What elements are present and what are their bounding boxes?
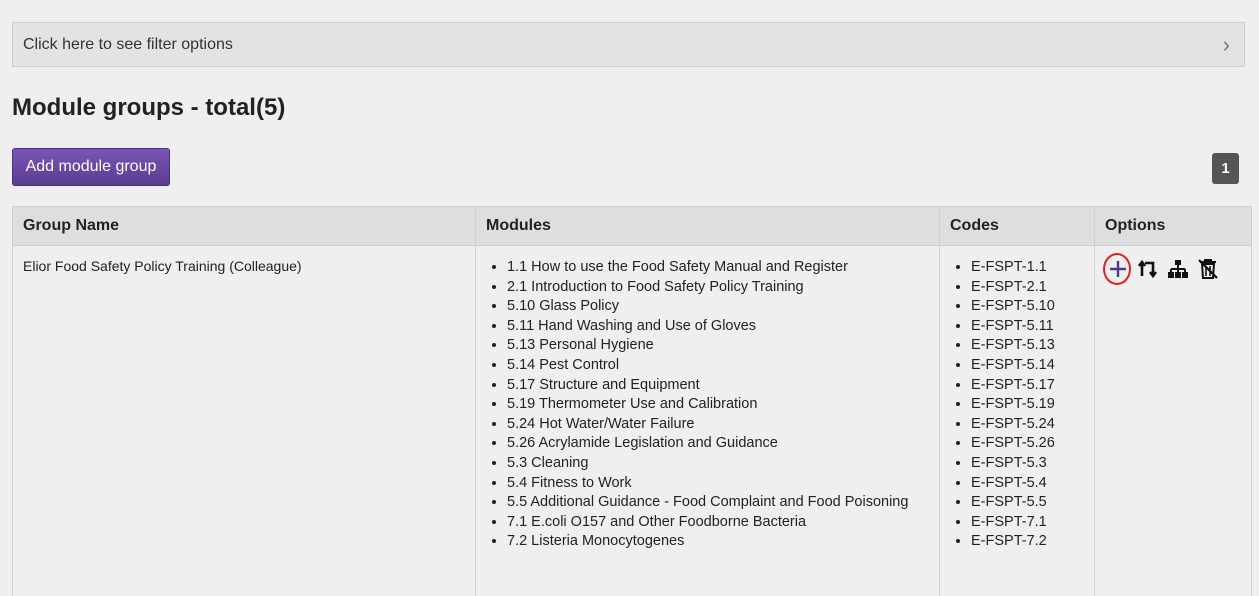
column-header-options: Options [1095, 207, 1252, 246]
chevron-right-icon: › [1223, 34, 1230, 56]
options-cell [1095, 246, 1252, 596]
module-item: 5.4 Fitness to Work [507, 474, 929, 494]
code-item: E-FSPT-5.19 [971, 395, 1084, 415]
highlight-circle [1103, 253, 1131, 285]
table-row: Elior Food Safety Policy Training (Colle… [13, 246, 1252, 596]
module-item: 7.2 Listeria Monocytogenes [507, 532, 929, 552]
module-item: 1.1 How to use the Food Safety Manual an… [507, 258, 929, 278]
plus-icon[interactable] [1105, 256, 1131, 282]
module-item: 5.14 Pest Control [507, 356, 929, 376]
module-item: 2.1 Introduction to Food Safety Policy T… [507, 278, 929, 298]
module-item: 5.24 Hot Water/Water Failure [507, 415, 929, 435]
code-item: E-FSPT-5.17 [971, 376, 1084, 396]
codes-cell: E-FSPT-1.1 E-FSPT-2.1 E-FSPT-5.10 E-FSPT… [940, 246, 1095, 596]
code-item: E-FSPT-5.26 [971, 434, 1084, 454]
pagination-page-1[interactable]: 1 [1212, 153, 1239, 184]
filter-options-toggle[interactable]: Click here to see filter options › [12, 22, 1245, 67]
code-item: E-FSPT-5.3 [971, 454, 1084, 474]
code-item: E-FSPT-5.4 [971, 474, 1084, 494]
filter-options-label: Click here to see filter options [23, 36, 233, 54]
hierarchy-icon[interactable] [1165, 256, 1191, 282]
code-item: E-FSPT-2.1 [971, 278, 1084, 298]
module-item: 5.5 Additional Guidance - Food Complaint… [507, 493, 929, 513]
module-item: 5.11 Hand Washing and Use of Gloves [507, 317, 929, 337]
column-header-codes[interactable]: Codes [940, 207, 1095, 246]
modules-cell: 1.1 How to use the Food Safety Manual an… [476, 246, 940, 596]
module-item: 5.17 Structure and Equipment [507, 376, 929, 396]
row-options [1105, 256, 1241, 282]
module-groups-table: Group Name Modules Codes Options Elior F… [12, 206, 1252, 596]
group-name-cell: Elior Food Safety Policy Training (Colle… [13, 246, 476, 596]
code-item: E-FSPT-5.11 [971, 317, 1084, 337]
module-item: 5.10 Glass Policy [507, 297, 929, 317]
code-item: E-FSPT-5.14 [971, 356, 1084, 376]
add-module-group-button[interactable]: Add module group [12, 148, 170, 186]
module-item: 5.3 Cleaning [507, 454, 929, 474]
code-item: E-FSPT-5.5 [971, 493, 1084, 513]
codes-list: E-FSPT-1.1 E-FSPT-2.1 E-FSPT-5.10 E-FSPT… [950, 258, 1084, 552]
page-title: Module groups - total(5) [12, 94, 285, 122]
module-item: 5.26 Acrylamide Legislation and Guidance [507, 434, 929, 454]
code-item: E-FSPT-5.10 [971, 297, 1084, 317]
table-header-row: Group Name Modules Codes Options [13, 207, 1252, 246]
code-item: E-FSPT-7.2 [971, 532, 1084, 552]
code-item: E-FSPT-5.24 [971, 415, 1084, 435]
reorder-icon[interactable] [1135, 256, 1161, 282]
module-item: 5.19 Thermometer Use and Calibration [507, 395, 929, 415]
delete-icon[interactable] [1195, 256, 1221, 282]
code-item: E-FSPT-5.13 [971, 336, 1084, 356]
column-header-modules[interactable]: Modules [476, 207, 940, 246]
modules-list: 1.1 How to use the Food Safety Manual an… [486, 258, 929, 552]
column-header-group-name[interactable]: Group Name [13, 207, 476, 246]
code-item: E-FSPT-7.1 [971, 513, 1084, 533]
module-item: 5.13 Personal Hygiene [507, 336, 929, 356]
module-item: 7.1 E.coli O157 and Other Foodborne Bact… [507, 513, 929, 533]
code-item: E-FSPT-1.1 [971, 258, 1084, 278]
